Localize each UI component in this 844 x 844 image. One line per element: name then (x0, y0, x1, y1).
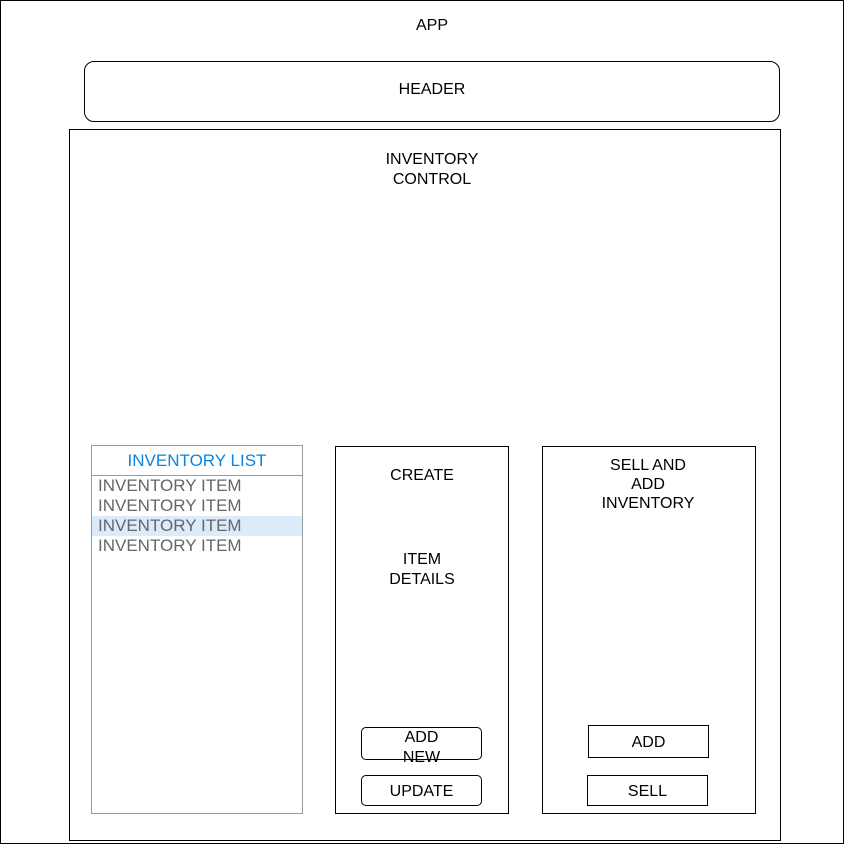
inventory-list-item[interactable]: INVENTORY ITEM (92, 536, 302, 556)
app-title: APP (415, 17, 448, 34)
inventory-list-title: INVENTORY LIST (92, 446, 302, 476)
inventory-list-item-selected[interactable]: INVENTORY ITEM (92, 516, 302, 536)
sell-and-add-panel-title: SELL AND ADD INVENTORY (601, 457, 695, 512)
inventory-list-item[interactable]: INVENTORY ITEM (92, 476, 302, 496)
inventory-list-items: INVENTORY ITEM INVENTORY ITEM INVENTORY … (92, 476, 302, 556)
inventory-list-item[interactable]: INVENTORY ITEM (92, 496, 302, 516)
create-panel-title: CREATE (390, 467, 454, 484)
add-new-button[interactable]: ADD NEW (361, 727, 482, 766)
header-label: HEADER (398, 81, 466, 98)
item-details-label: ITEM DETAILS (389, 551, 455, 588)
inventory-control-title: INVENTORY CONTROL (385, 151, 479, 188)
inventory-list-panel: INVENTORY LIST INVENTORY ITEM INVENTORY … (91, 445, 303, 814)
sell-button[interactable]: SELL (587, 775, 708, 806)
update-button[interactable]: UPDATE (361, 775, 482, 806)
add-inventory-button[interactable]: ADD (588, 725, 709, 758)
